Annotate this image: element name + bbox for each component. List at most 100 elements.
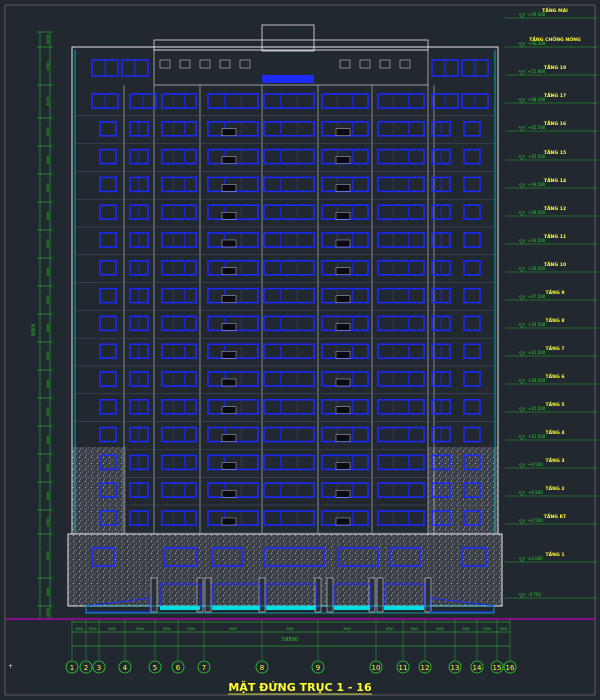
dim-text: 3000: [46, 97, 50, 106]
window: [263, 510, 315, 526]
roof-parapet: [153, 39, 429, 51]
axis-span-text: 3000: [385, 627, 393, 631]
balcony-rail: [221, 323, 237, 331]
window: [161, 148, 197, 165]
level-label: TẦNG 11: [544, 231, 566, 240]
building-outline: [71, 24, 499, 535]
axis-label: 10: [372, 664, 381, 672]
left-dimension-chain: 3000 3000 3000 3000 3000 3000 3000 3000 3000 3000…: [31, 31, 53, 620]
balcony-rail: [335, 351, 351, 359]
window: [377, 510, 425, 526]
level-label: TẦNG 7: [545, 343, 564, 352]
balcony-rail: [335, 434, 351, 442]
window: [463, 148, 481, 165]
window: [463, 232, 481, 248]
stone-panel-right: [428, 447, 498, 534]
window: [161, 510, 197, 526]
axis-label: 8: [260, 664, 264, 672]
stone-panel-left: [72, 447, 126, 534]
level-label: TẦNG 8: [545, 315, 564, 324]
dim-text: 3000: [46, 552, 50, 561]
balcony-rail: [221, 490, 237, 498]
level-marker: [518, 239, 526, 245]
level-label: TẦNG 4: [545, 427, 564, 436]
level-elevation: +24.500: [528, 322, 546, 327]
level-label: TẦNG KT: [544, 511, 567, 520]
dim-text: 3000: [46, 352, 50, 361]
roof-opening: [359, 59, 371, 69]
axis-label: 14: [473, 664, 482, 672]
level-marker: [518, 42, 526, 48]
corner-mark: +: [8, 663, 13, 670]
window: [161, 482, 197, 499]
balcony-rail: [335, 156, 351, 164]
stone-cladding: [68, 447, 502, 606]
level-elevation: -0.750: [528, 592, 541, 597]
window: [161, 121, 197, 137]
roof-opening: [159, 59, 171, 69]
level-marker: [518, 519, 526, 525]
window: [161, 232, 197, 248]
window: [263, 398, 315, 415]
dim-text: 3000: [46, 492, 50, 501]
window: [377, 454, 425, 471]
window: [263, 454, 315, 471]
balcony-rail: [335, 378, 351, 387]
window: [161, 371, 197, 387]
axis-span-text: 3000: [136, 627, 144, 631]
balcony-rail: [221, 462, 237, 470]
roof-opening: [239, 59, 251, 69]
dim-text: 3000: [46, 62, 50, 71]
window: [161, 287, 197, 304]
column: [204, 577, 212, 613]
entrance-step: [334, 606, 370, 610]
stone-podium: [68, 534, 502, 606]
dim-text: 3000: [46, 240, 50, 249]
window: [263, 204, 315, 220]
axis-span-text: 3000: [462, 627, 470, 631]
column: [326, 577, 334, 613]
window: [99, 232, 117, 248]
window: [321, 93, 369, 109]
level-marker: [518, 407, 526, 413]
dim-text: 3000: [46, 588, 50, 597]
level-marker: [518, 557, 526, 563]
window: [99, 371, 117, 387]
window: [377, 343, 425, 360]
axis-label: 11: [399, 664, 408, 672]
window: [161, 204, 197, 220]
axis-span-text: 3000: [343, 627, 351, 631]
entrance-step: [160, 606, 200, 610]
level-label: TẦNG 17: [544, 90, 566, 99]
roof-opening: [399, 59, 411, 69]
axis-label: 7: [202, 664, 206, 672]
balcony-rail: [221, 239, 237, 248]
balcony-rail: [335, 267, 351, 275]
window: [99, 176, 117, 193]
overall-dimension: 59500: [282, 637, 298, 643]
window: [377, 204, 425, 220]
window: [377, 426, 425, 443]
level-label: TẦNG 16: [544, 118, 566, 127]
axis-grid-markers: 1 3000 2 3000 3 3000 4 3000 5 3000 6 3000 7 3000 8 3000…: [65, 619, 517, 674]
level-label: TẦNG 6: [545, 371, 564, 380]
level-elevation: +6.500: [528, 490, 543, 495]
level-marker: [518, 593, 526, 599]
axis-span-text: 3000: [499, 627, 507, 631]
window: [463, 204, 481, 220]
entrance-step: [384, 606, 424, 610]
balcony-rail: [221, 295, 237, 303]
window: [263, 343, 315, 360]
axis-span-text: 3000: [410, 627, 418, 631]
dim-text: 3000: [46, 156, 50, 165]
window: [377, 121, 425, 137]
window: [377, 287, 425, 304]
window: [263, 426, 315, 443]
window: [377, 93, 425, 109]
axis-label: 2: [84, 664, 88, 672]
dim-text: 3000: [46, 608, 50, 617]
window: [463, 398, 481, 415]
window: [161, 93, 197, 109]
window: [161, 454, 197, 471]
window: [463, 371, 481, 387]
